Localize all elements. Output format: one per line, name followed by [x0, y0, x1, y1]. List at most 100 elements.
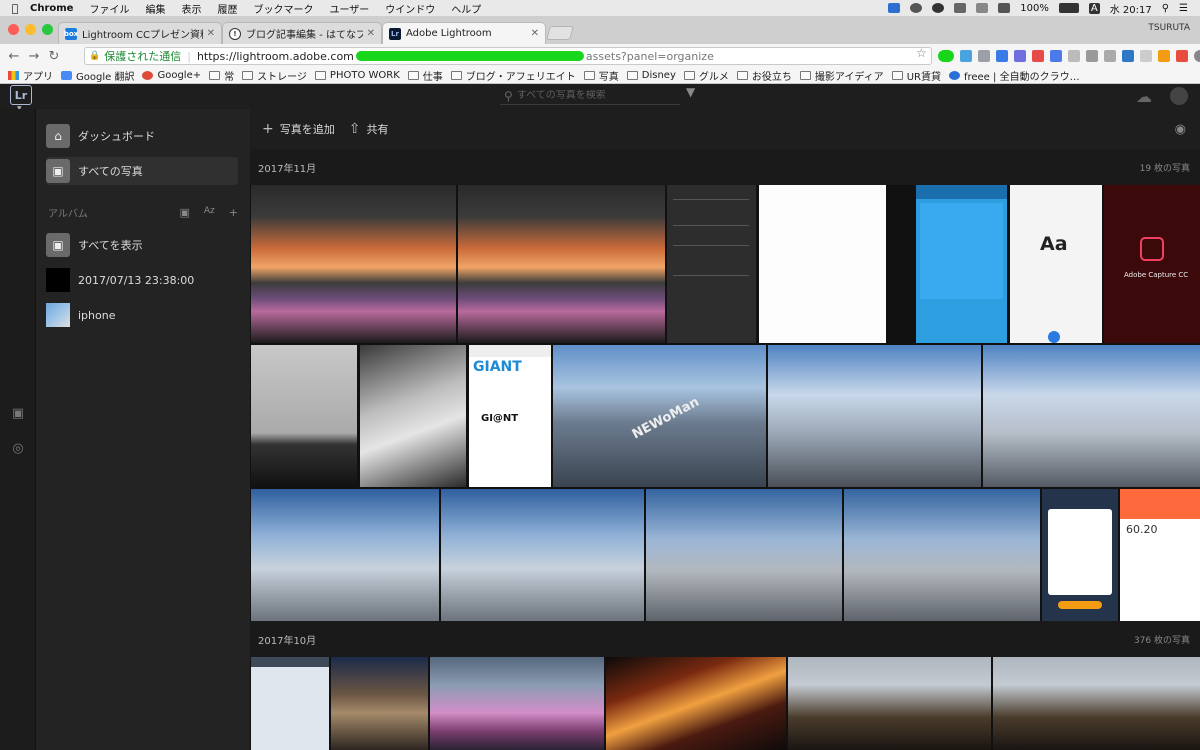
extension-icon[interactable] — [1050, 50, 1062, 62]
add-photos-button[interactable]: + 写真を追加 — [262, 121, 335, 137]
photo-thumbnail[interactable] — [331, 657, 428, 750]
extension-icon[interactable] — [978, 50, 990, 62]
bookmark-star-icon[interactable]: ☆ — [916, 46, 927, 60]
photo-thumbnail[interactable] — [983, 345, 1200, 487]
extension-icon[interactable] — [1140, 50, 1152, 62]
photo-thumbnail[interactable]: Adobe Capture CC — [1104, 185, 1200, 343]
office-icon[interactable] — [1176, 50, 1188, 62]
sidebar-item-album[interactable]: iphone — [46, 301, 238, 329]
photo-thumbnail[interactable] — [646, 489, 842, 621]
menu-kebab-icon[interactable] — [1194, 50, 1200, 62]
bookmark-folder[interactable]: お役立ち — [736, 68, 792, 83]
menu-bookmarks[interactable]: ブックマーク — [253, 1, 313, 16]
bookmark-freee[interactable]: freee | 全自動のクラウ… — [948, 68, 1080, 83]
menu-file[interactable]: ファイル — [89, 1, 129, 16]
input-mode[interactable]: A — [1088, 2, 1100, 14]
menu-window[interactable]: ウインドウ — [385, 1, 435, 16]
share-button[interactable]: ⇧ 共有 — [349, 121, 389, 137]
photo-thumbnail[interactable] — [759, 185, 886, 343]
photo-thumbnail[interactable] — [251, 657, 329, 750]
dropbox-icon[interactable] — [888, 3, 901, 13]
menu-history[interactable]: 履歴 — [217, 1, 237, 16]
library-archive-icon[interactable]: ▣ — [11, 407, 25, 421]
bookmark-folder[interactable]: PHOTO WORK — [314, 70, 400, 81]
bookmark-folder[interactable]: グルメ — [683, 68, 729, 83]
profile-name[interactable]: TSURUTA — [1148, 23, 1190, 33]
new-tab-button[interactable] — [546, 26, 574, 40]
photo-thumbnail[interactable]: Aa — [1010, 185, 1102, 343]
close-tab-icon[interactable]: ✕ — [207, 28, 215, 39]
bluetooth-icon[interactable] — [976, 3, 989, 13]
photo-thumbnail[interactable] — [1042, 489, 1118, 621]
close-tab-icon[interactable]: ✕ — [367, 28, 375, 39]
photo-thumbnail[interactable] — [458, 185, 665, 343]
creative-cloud-icon[interactable] — [932, 3, 945, 13]
spotlight-icon[interactable]: ⚲ — [1162, 3, 1169, 14]
minimize-window-button[interactable] — [25, 24, 36, 35]
add-album-icon[interactable]: + — [229, 206, 238, 219]
photo-thumbnail[interactable]: 60.20 — [1120, 489, 1200, 621]
cloud-upload-icon[interactable] — [910, 3, 923, 13]
extension-icon[interactable] — [1014, 50, 1026, 62]
photo-thumbnail[interactable] — [768, 345, 981, 487]
zoom-window-button[interactable] — [42, 24, 53, 35]
avatar[interactable] — [1170, 87, 1188, 105]
bookmark-folder[interactable]: 仕事 — [407, 68, 443, 83]
photo-thumbnail[interactable] — [251, 185, 456, 343]
tab-hatena-blog[interactable]: ! ブログ記事編集 - はてなブログ ✕ — [222, 22, 382, 44]
photo-thumbnail[interactable] — [441, 489, 644, 621]
bookmark-folder[interactable]: 写真 — [583, 68, 619, 83]
extension-icon[interactable] — [1068, 50, 1080, 62]
menu-help[interactable]: ヘルプ — [451, 1, 481, 16]
extension-icon[interactable] — [938, 50, 954, 62]
extension-icon[interactable] — [1086, 50, 1098, 62]
bookmark-folder[interactable]: UR賃貸 — [891, 68, 941, 83]
menu-user[interactable]: ユーザー — [329, 1, 369, 16]
apple-icon[interactable]:  — [0, 2, 30, 15]
extension-icon[interactable] — [1104, 50, 1116, 62]
bookmark-folder[interactable]: ストレージ — [242, 68, 307, 83]
bookmark-folder[interactable]: 常 — [209, 68, 234, 83]
globe-icon[interactable]: ◎ — [11, 442, 25, 456]
tab-adobe-lightroom[interactable]: Lr Adobe Lightroom ✕ — [382, 22, 546, 44]
photo-thumbnail[interactable]: NEWoMan — [553, 345, 766, 487]
lightroom-logo[interactable]: Lr — [10, 85, 32, 105]
close-tab-icon[interactable]: ✕ — [531, 28, 539, 39]
photo-thumbnail[interactable] — [844, 489, 1040, 621]
notification-list-icon[interactable]: ☰ — [1179, 3, 1188, 14]
extension-icon[interactable] — [960, 50, 972, 62]
bookmark-folder[interactable]: ブログ・アフェリエイト — [450, 68, 576, 83]
extension-icon[interactable] — [1122, 50, 1134, 62]
sidebar-item-all-photos[interactable]: ▣ すべての写真 — [46, 157, 238, 185]
extension-icon[interactable] — [1032, 50, 1044, 62]
album-folder-icon[interactable]: ▣ — [179, 206, 189, 219]
tab-lightroom-pdf[interactable]: box Lightroom CCプレゼン資料.pdf ✕ — [58, 22, 222, 44]
photo-thumbnail[interactable] — [430, 657, 604, 750]
sidebar-item-dashboard[interactable]: ⌂ ダッシュボード — [46, 122, 238, 150]
extension-icon[interactable] — [996, 50, 1008, 62]
photo-thumbnail[interactable] — [251, 489, 439, 621]
photo-thumbnail[interactable] — [360, 345, 466, 487]
photo-thumbnail[interactable] — [606, 657, 786, 750]
sidebar-item-album[interactable]: 2017/07/13 23:38:00 — [46, 266, 238, 294]
photo-thumbnail[interactable] — [788, 657, 991, 750]
bookmark-google-plus[interactable]: Google+ — [142, 70, 201, 81]
back-arrow-icon[interactable]: ← — [4, 49, 24, 64]
forward-arrow-icon[interactable]: → — [24, 49, 44, 64]
extension-icon[interactable] — [1158, 50, 1170, 62]
photo-thumbnail[interactable] — [667, 185, 756, 343]
photo-thumbnail[interactable] — [251, 345, 357, 487]
menu-view[interactable]: 表示 — [181, 1, 201, 16]
eye-icon[interactable]: ◉ — [1175, 122, 1186, 137]
search-input[interactable] — [516, 90, 667, 101]
battery-icon[interactable] — [1058, 3, 1079, 13]
sort-az-icon[interactable]: Az — [204, 206, 215, 219]
cloud-sync-icon[interactable]: ☁ — [1136, 87, 1152, 106]
app-menu-chrome[interactable]: Chrome — [30, 3, 73, 14]
address-bar[interactable]: 🔒 保護された通信 | https://lightroom.adobe.com … — [84, 47, 932, 65]
close-window-button[interactable] — [8, 24, 19, 35]
sidebar-item-show-all[interactable]: ▣ すべてを表示 — [46, 231, 238, 259]
photo-thumbnail[interactable] — [916, 185, 1007, 343]
bookmark-folder[interactable]: 撮影アイディア — [799, 68, 884, 83]
photo-thumbnail[interactable] — [993, 657, 1200, 750]
